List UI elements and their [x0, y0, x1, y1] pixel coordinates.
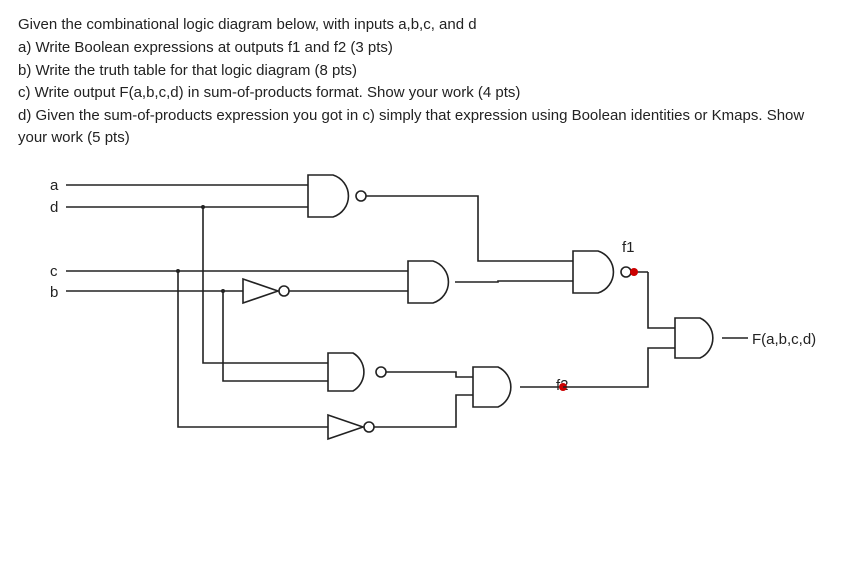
logic-diagram: a d c b f1 f2 F(a,b,c,d)	[18, 163, 832, 543]
gate-and-g3	[408, 261, 448, 303]
gate-not-inv1	[243, 279, 289, 303]
circuit-svg	[18, 163, 838, 543]
gate-nand-g1	[308, 175, 366, 217]
question-part-a: a) Write Boolean expressions at outputs …	[18, 37, 832, 59]
question-part-b: b) Write the truth table for that logic …	[18, 60, 832, 82]
gate-nand-g2	[573, 251, 631, 293]
gate-and-g5	[473, 367, 511, 407]
question-part-d: d) Given the sum-of-products expression …	[18, 105, 832, 149]
question-block: Given the combinational logic diagram be…	[18, 14, 832, 149]
node-dot-f1	[630, 268, 638, 276]
gate-nand-g4	[328, 353, 386, 391]
gate-and-g6	[675, 318, 713, 358]
gate-not-inv2	[328, 415, 374, 439]
question-intro: Given the combinational logic diagram be…	[18, 14, 832, 36]
question-part-c: c) Write output F(a,b,c,d) in sum-of-pro…	[18, 82, 832, 104]
